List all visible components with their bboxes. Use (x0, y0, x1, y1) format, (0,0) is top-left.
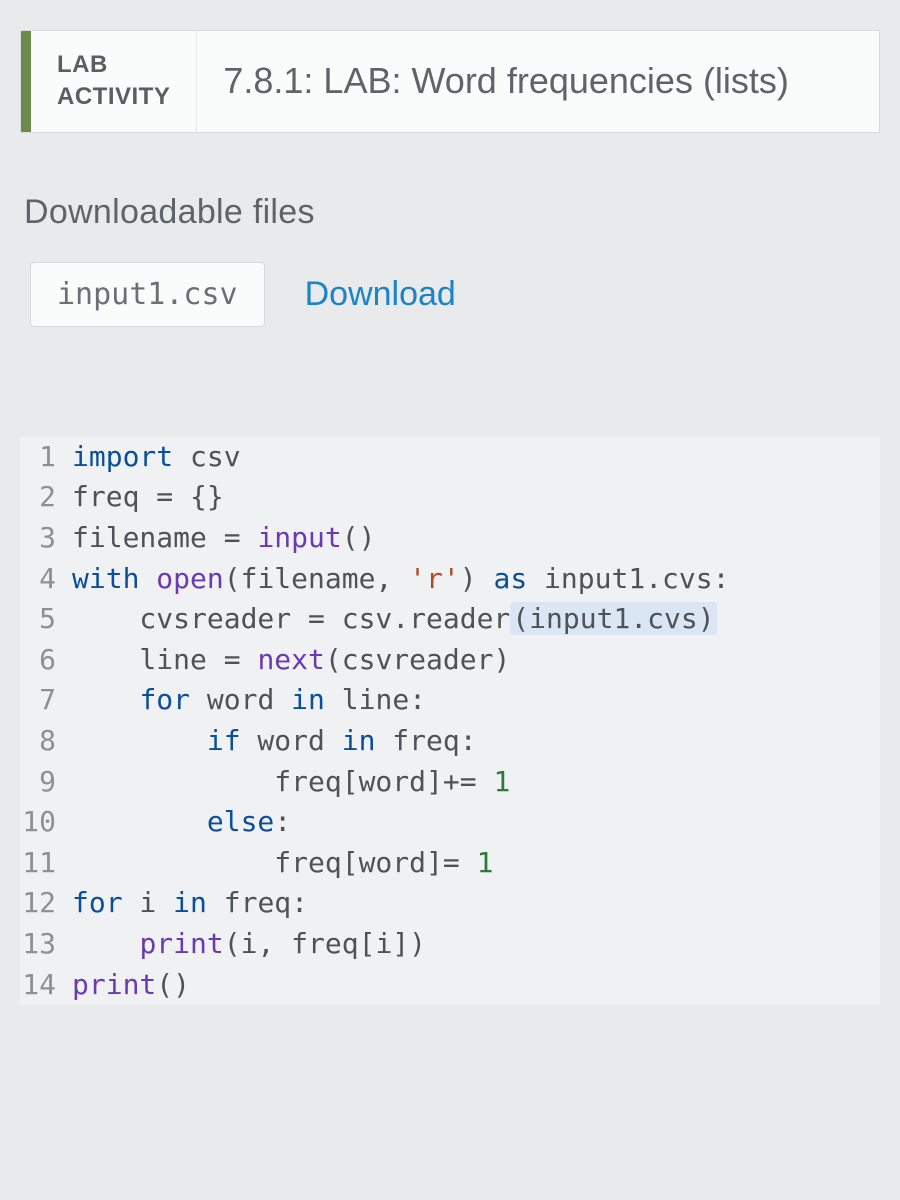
line-number: 1 (20, 437, 72, 478)
code-content[interactable]: freq[word]+= 1 (72, 762, 510, 803)
lab-label-line2: ACTIVITY (57, 81, 170, 113)
line-number: 14 (20, 965, 72, 1006)
code-content[interactable]: print() (72, 965, 190, 1006)
code-content[interactable]: with open(filename, 'r') as input1.cvs: (72, 559, 729, 600)
code-content[interactable]: print(i, freq[i]) (72, 924, 426, 965)
line-number: 7 (20, 680, 72, 721)
code-line[interactable]: 1import csv (20, 437, 880, 478)
code-line[interactable]: 4with open(filename, 'r') as input1.cvs: (20, 559, 880, 600)
code-editor[interactable]: 1import csv2freq = {}3filename = input()… (20, 437, 880, 1005)
line-number: 9 (20, 762, 72, 803)
lab-accent-bar (21, 31, 31, 132)
code-line[interactable]: 8 if word in freq: (20, 721, 880, 762)
line-number: 2 (20, 477, 72, 518)
line-number: 10 (20, 802, 72, 843)
code-content[interactable]: for i in freq: (72, 883, 308, 924)
code-line[interactable]: 13 print(i, freq[i]) (20, 924, 880, 965)
code-content[interactable]: line = next(csvreader) (72, 640, 510, 681)
code-line[interactable]: 10 else: (20, 802, 880, 843)
code-line[interactable]: 2freq = {} (20, 477, 880, 518)
code-content[interactable]: for word in line: (72, 680, 426, 721)
page-root: LAB ACTIVITY 7.8.1: LAB: Word frequencie… (0, 0, 900, 1025)
code-content[interactable]: if word in freq: (72, 721, 477, 762)
lab-title: 7.8.1: LAB: Word frequencies (lists) (197, 31, 815, 132)
lab-header: LAB ACTIVITY 7.8.1: LAB: Word frequencie… (20, 30, 880, 133)
code-line[interactable]: 12for i in freq: (20, 883, 880, 924)
line-number: 12 (20, 883, 72, 924)
code-content[interactable]: filename = input() (72, 518, 375, 559)
download-link[interactable]: Download (305, 275, 456, 314)
lab-label-line1: LAB (57, 49, 170, 81)
code-line[interactable]: 11 freq[word]= 1 (20, 843, 880, 884)
code-line[interactable]: 5 cvsreader = csv.reader(input1.cvs) (20, 599, 880, 640)
code-line[interactable]: 14print() (20, 965, 880, 1006)
download-row: input1.csv Download (30, 262, 880, 327)
code-line[interactable]: 6 line = next(csvreader) (20, 640, 880, 681)
code-content[interactable]: freq = {} (72, 477, 224, 518)
code-content[interactable]: else: (72, 802, 291, 843)
line-number: 3 (20, 518, 72, 559)
code-content[interactable]: freq[word]= 1 (72, 843, 493, 884)
code-content[interactable]: import csv (72, 437, 241, 478)
code-line[interactable]: 7 for word in line: (20, 680, 880, 721)
line-number: 13 (20, 924, 72, 965)
downloads-section-title: Downloadable files (24, 193, 880, 232)
line-number: 8 (20, 721, 72, 762)
file-chip: input1.csv (30, 262, 265, 327)
code-line[interactable]: 9 freq[word]+= 1 (20, 762, 880, 803)
lab-label: LAB ACTIVITY (31, 31, 197, 132)
line-number: 5 (20, 599, 72, 640)
line-number: 11 (20, 843, 72, 884)
code-content[interactable]: cvsreader = csv.reader(input1.cvs) (72, 599, 717, 640)
code-line[interactable]: 3filename = input() (20, 518, 880, 559)
line-number: 6 (20, 640, 72, 681)
line-number: 4 (20, 559, 72, 600)
